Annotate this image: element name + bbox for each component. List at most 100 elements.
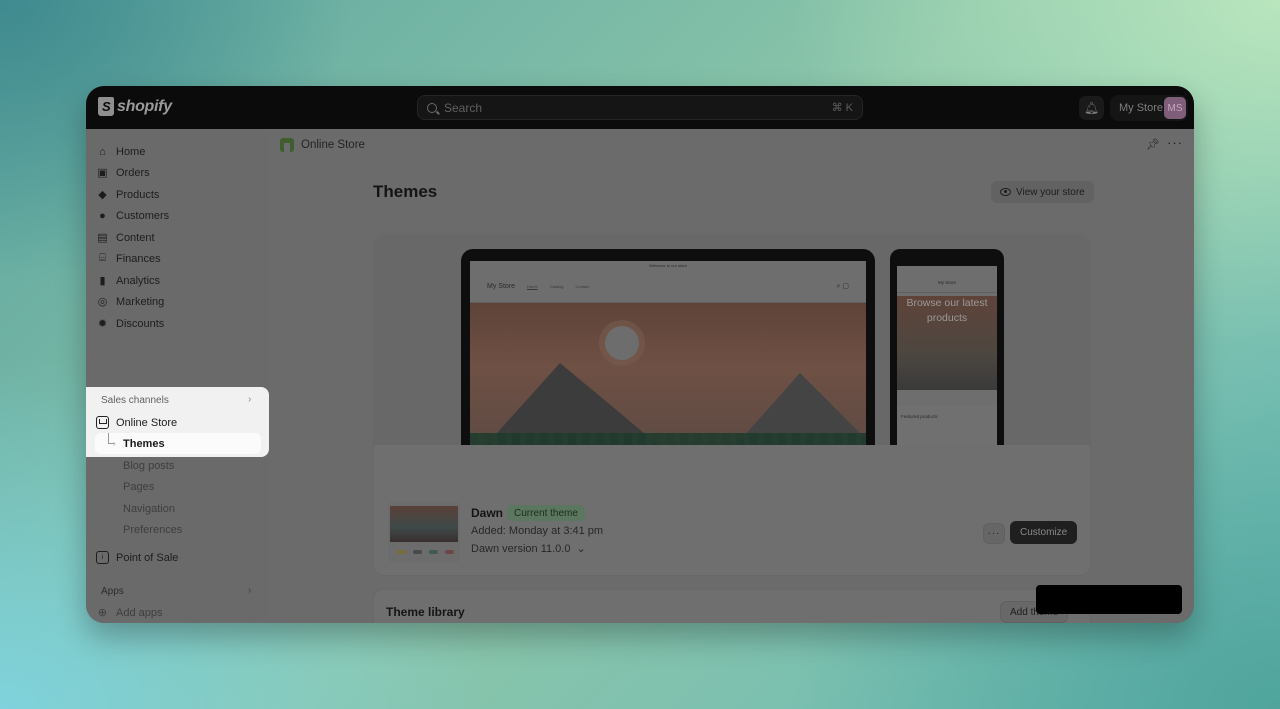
sidebar-item-label: Analytics — [116, 274, 161, 287]
breadcrumb-label: Online Store — [301, 139, 365, 151]
online-store-icon — [96, 416, 109, 429]
sales-channels-label: Sales channels — [101, 395, 169, 406]
color-swatches — [397, 550, 454, 554]
theme-thumbnail — [388, 502, 460, 562]
sidebar-subitem-themes[interactable]: Themes — [123, 433, 165, 454]
sidebar-item-label: Marketing — [116, 295, 165, 308]
chevron-down-icon: ⌄ — [576, 543, 586, 555]
person-icon: ● — [99, 209, 106, 222]
theme-info-row: Dawn Current theme Added: Monday at 3:41… — [374, 445, 1090, 576]
sidebar: ⌂ Home ▣ Orders ◆ Products ● Customers ▤… — [86, 129, 270, 623]
sidebar-item-label: Orders — [116, 166, 150, 179]
sidebar-item-marketing[interactable]: ◎ Marketing — [96, 291, 165, 312]
announcement-bar: Welcome to our store — [649, 263, 687, 268]
sidebar-item-home[interactable]: ⌂ Home — [96, 141, 145, 162]
thumbnail-image — [390, 506, 458, 542]
more-horizontal-icon: ··· — [987, 528, 1001, 539]
mobile-featured-products: Featured products — [897, 406, 997, 445]
sidebar-item-content[interactable]: ▤ Content — [96, 227, 155, 248]
pos-icon: i — [96, 551, 109, 564]
sidebar-item-label: Content — [116, 231, 155, 244]
sidebar-item-label: Home — [116, 145, 146, 158]
view-store-button[interactable]: View your store — [991, 181, 1094, 203]
sales-channels-group: Sales channels › Online Store › Themes — [86, 387, 269, 457]
shopify-bag-icon — [98, 97, 114, 116]
theme-name: Dawn — [471, 506, 504, 520]
search-icon — [427, 102, 437, 113]
pin-icon[interactable]: 📌︎ — [1146, 138, 1160, 151]
sidebar-item-customers[interactable]: ● Customers — [96, 205, 169, 226]
bell-icon: 🔔︎ — [1083, 101, 1100, 115]
notifications-button[interactable]: 🔔︎ — [1079, 96, 1104, 120]
bar-chart-icon: ▮ — [99, 275, 106, 287]
sidebar-item-online-store[interactable]: Online Store — [96, 412, 177, 433]
sidebar-subitem-preferences[interactable]: Preferences — [123, 519, 182, 540]
discount-icon: ✹ — [97, 318, 108, 330]
mobile-preview-header: My Store — [897, 272, 997, 293]
sidebar-item-themes[interactable] — [95, 433, 261, 454]
store-name: My Store — [1119, 102, 1164, 114]
bank-icon: ⌸ — [99, 252, 106, 264]
sidebar-item-discounts[interactable]: ✹ Discounts — [96, 313, 164, 334]
eye-icon — [1000, 188, 1011, 196]
theme-version: Dawn version 11.0.0 — [471, 542, 571, 555]
sidebar-item-label: Customers — [116, 209, 170, 222]
sidebar-item-finances[interactable]: ⌸ Finances — [96, 248, 161, 269]
current-theme-badge: Current theme — [507, 505, 585, 521]
apps-label: Apps — [101, 586, 124, 597]
desktop-preview: Welcome to our store My Store Home Catal… — [461, 249, 875, 445]
logo-text: shopify — [117, 97, 172, 115]
sidebar-item-orders[interactable]: ▣ Orders — [96, 162, 150, 183]
customize-button[interactable]: Customize — [1010, 521, 1078, 544]
home-icon: ⌂ — [99, 145, 106, 158]
sidebar-item-label: Add apps — [116, 606, 163, 619]
breadcrumb[interactable]: Online Store — [280, 138, 365, 152]
shopify-logo[interactable]: shopify — [98, 97, 172, 116]
inbox-icon: ▣ — [97, 167, 108, 179]
theme-library-title: Theme library — [386, 605, 465, 619]
search-input[interactable]: Search ⌘ K — [417, 95, 863, 120]
sun-shape — [605, 326, 639, 360]
sidebar-item-analytics[interactable]: ▮ Analytics — [96, 270, 160, 291]
online-store-app-icon — [280, 138, 294, 152]
app-window: shopify Search ⌘ K 🔔︎ My Store MS ⌂ Home… — [86, 86, 1194, 623]
store-menu-button[interactable]: My Store MS — [1110, 95, 1188, 121]
mobile-preview: My Store Browse our latest products Feat… — [890, 249, 1004, 445]
preview-header: My Store Home Catalog Contact ⌕ ▢ — [470, 271, 866, 303]
theme-preview[interactable]: Welcome to our store My Store Home Catal… — [374, 235, 1090, 445]
chevron-right-icon[interactable]: › — [248, 585, 251, 596]
more-options-icon[interactable]: ··· — [1167, 135, 1183, 150]
theme-actions-button[interactable]: ··· — [983, 523, 1005, 544]
sidebar-item-label: Online Store — [116, 416, 178, 429]
sidebar-item-label: Finances — [116, 252, 161, 265]
sidebar-item-label: Products — [116, 188, 160, 201]
swatch — [429, 550, 438, 554]
plus-circle-icon: ⊕ — [97, 607, 108, 619]
theme-added-date: Added: Monday at 3:41 pm — [471, 525, 604, 537]
sidebar-item-label: Discounts — [116, 317, 165, 330]
sidebar-subitem-blog-posts[interactable]: Blog posts — [123, 455, 174, 476]
sidebar-item-add-apps[interactable]: ⊕ Add apps — [96, 602, 163, 623]
sidebar-item-point-of-sale[interactable]: i Point of Sale — [96, 547, 178, 568]
theme-version-dropdown[interactable]: Dawn version 11.0.0 ⌄ — [471, 542, 586, 556]
view-store-label: View your store — [1016, 186, 1085, 198]
tag-icon: ◆ — [98, 189, 107, 201]
chevron-right-icon[interactable]: › — [248, 394, 251, 405]
sidebar-subitem-navigation[interactable]: Navigation — [123, 498, 175, 519]
main-content: Online Store 📌︎ ··· Themes View your sto… — [270, 129, 1194, 623]
preview-nav-contact: Contact — [575, 284, 590, 289]
preview-search-cart-icons: ⌕ ▢ — [836, 283, 849, 290]
sidebar-subitem-pages[interactable]: Pages — [123, 476, 154, 497]
redacted-overlay — [1036, 585, 1182, 614]
top-bar: shopify Search ⌘ K 🔔︎ My Store MS — [86, 86, 1194, 129]
swatch — [445, 550, 454, 554]
preview-store-name: My Store — [487, 283, 516, 290]
target-icon: ◎ — [97, 296, 108, 308]
sidebar-item-products[interactable]: ◆ Products — [96, 184, 159, 205]
preview-nav-catalog: Catalog — [549, 284, 564, 289]
preview-nav-home: Home — [527, 284, 538, 289]
page-title: Themes — [373, 182, 438, 201]
preview-hero-image — [470, 303, 866, 445]
search-placeholder: Search — [444, 100, 483, 115]
current-theme-card: Welcome to our store My Store Home Catal… — [373, 234, 1091, 576]
